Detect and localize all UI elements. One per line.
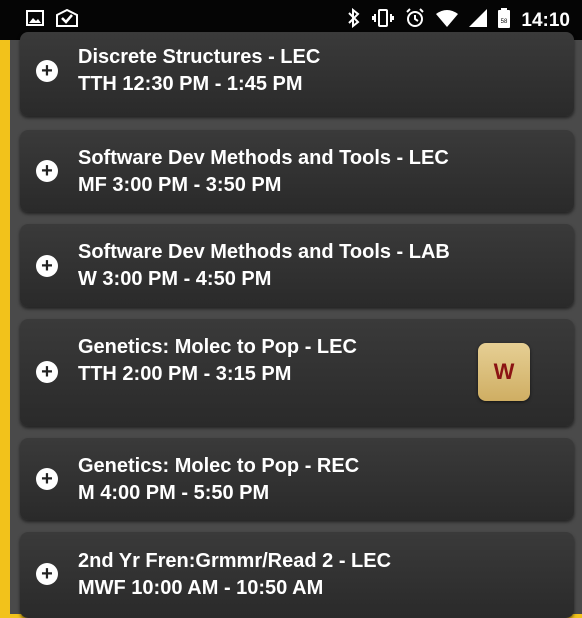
withdrawn-badge[interactable]: W [478,343,530,401]
expand-plus-icon[interactable]: + [36,468,58,490]
course-time: MWF 10:00 AM - 10:50 AM [78,577,324,599]
course-title: 2nd Yr Fren:Grmmr/Read 2 - LEC [78,550,392,572]
mail-check-icon [56,8,78,32]
course-title: Discrete Structures - LEC [78,46,321,68]
expand-plus-icon[interactable]: + [36,255,58,277]
svg-text:58: 58 [501,19,508,25]
vibrate-icon [372,8,395,33]
signal-icon [469,9,488,32]
course-card[interactable]: + Software Dev Methods and Tools - LAB W… [20,224,574,307]
course-card[interactable]: + Software Dev Methods and Tools - LEC M… [20,130,574,212]
wifi-icon [436,9,459,32]
course-card[interactable]: + Genetics: Molec to Pop - REC M 4:00 PM… [20,438,574,520]
expand-plus-icon[interactable]: + [36,361,58,383]
course-list: + Discrete Structures - LEC TTH 12:30 PM… [10,32,582,618]
course-title: Genetics: Molec to Pop - LEC [78,336,357,358]
course-card[interactable]: + Genetics: Molec to Pop - LEC TTH 2:00 … [20,319,574,426]
course-time: M 4:00 PM - 5:50 PM [78,482,270,504]
expand-plus-icon[interactable]: + [36,60,58,82]
course-time: TTH 12:30 PM - 1:45 PM [78,73,303,95]
course-title: Software Dev Methods and Tools - LAB [78,241,450,263]
image-notification-icon [26,9,44,32]
course-title: Software Dev Methods and Tools - LEC [78,147,449,169]
bluetooth-icon [347,7,361,33]
expand-plus-icon[interactable]: + [36,563,58,585]
course-time: MF 3:00 PM - 3:50 PM [78,174,282,196]
battery-icon: 58 [498,8,511,33]
course-time: W 3:00 PM - 4:50 PM [78,268,272,290]
expand-plus-icon[interactable]: + [36,160,58,182]
course-title: Genetics: Molec to Pop - REC [78,455,360,477]
clock-time: 14:10 [521,9,570,31]
alarm-icon [405,8,425,33]
course-time: TTH 2:00 PM - 3:15 PM [78,363,292,385]
course-card[interactable]: + 2nd Yr Fren:Grmmr/Read 2 - LEC MWF 10:… [20,532,574,618]
course-card[interactable]: + Discrete Structures - LEC TTH 12:30 PM… [20,32,574,116]
